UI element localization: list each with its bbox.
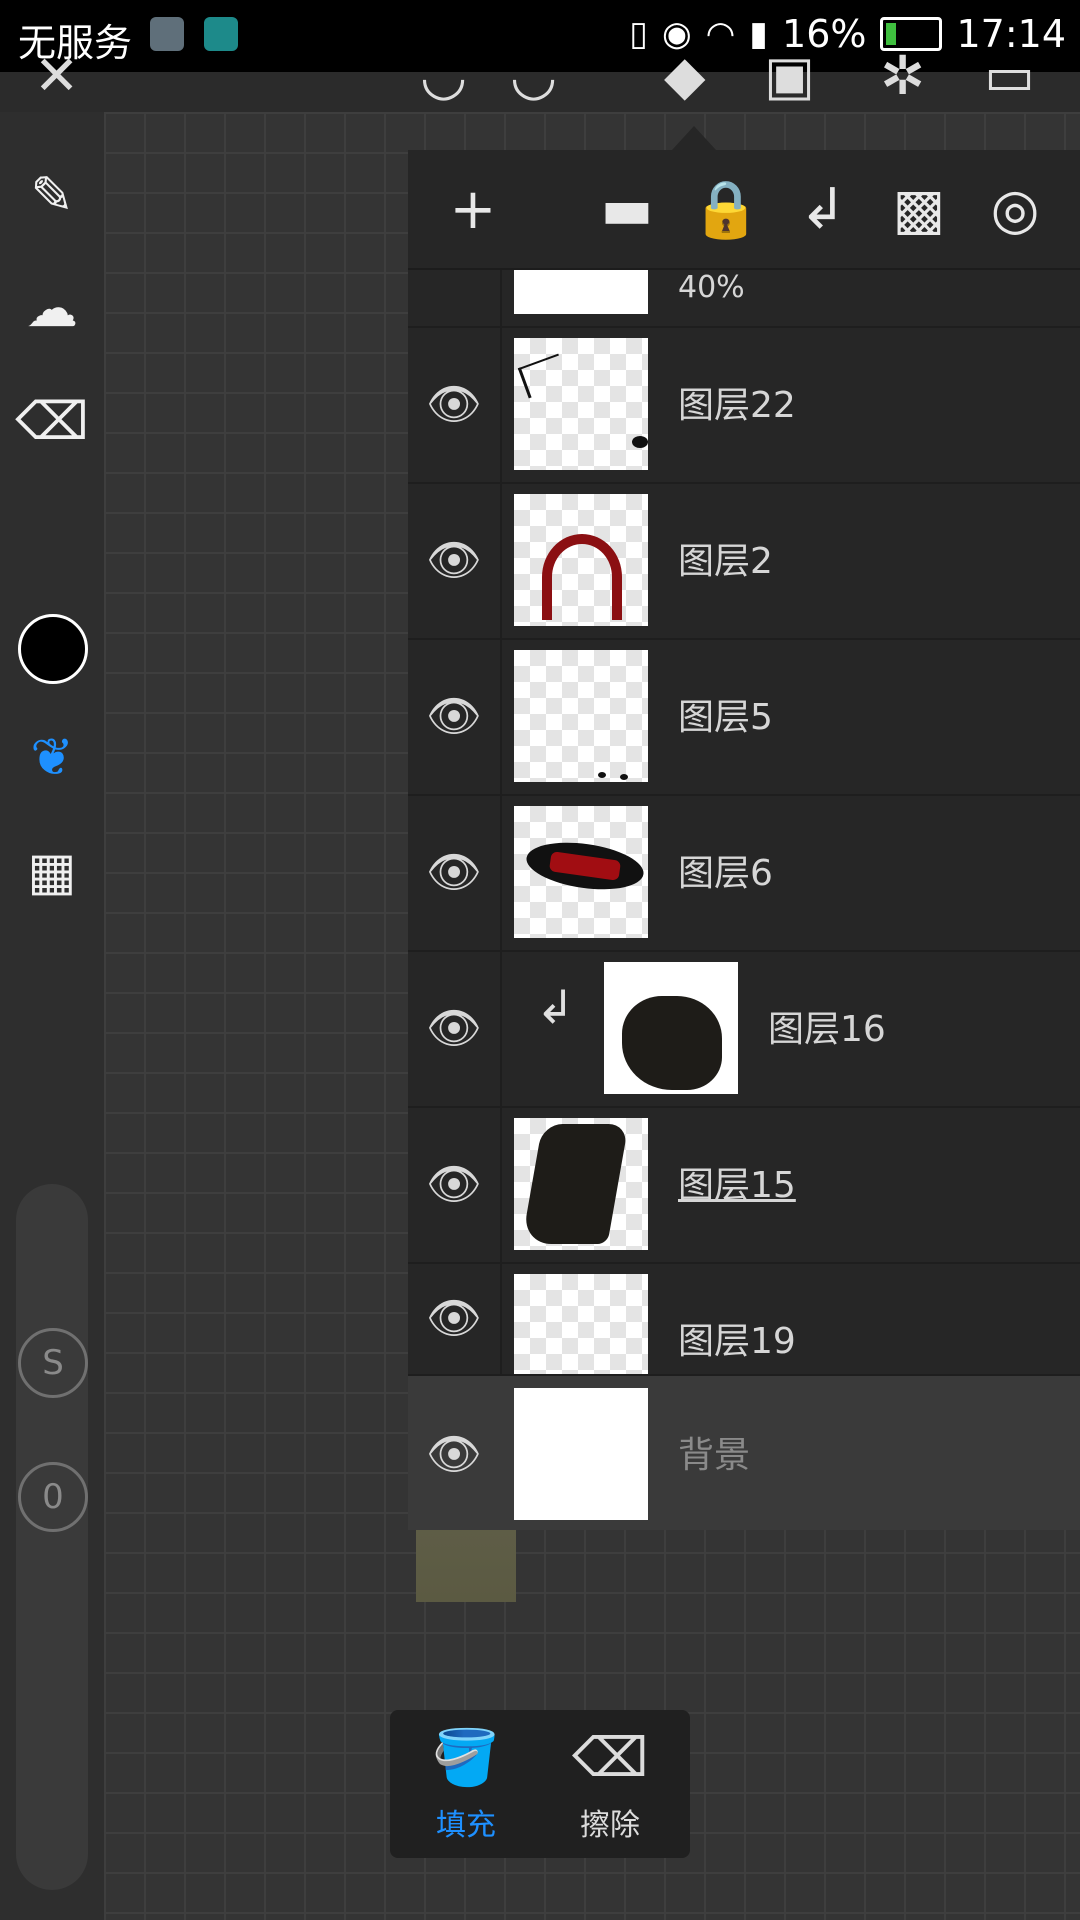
vibrate-icon: ▯ [629, 14, 648, 54]
eye-icon[interactable]: 👁 [426, 1292, 482, 1344]
layer-thumbnail [514, 650, 648, 782]
fill-tool-icon[interactable]: ❦ [20, 726, 84, 790]
layer-thumbnail [604, 962, 738, 1094]
undo-icon[interactable]: ◡ [420, 44, 467, 107]
target-icon[interactable]: ◎ [980, 174, 1050, 244]
gallery-notification-icon [150, 17, 184, 51]
brush-size-badge[interactable]: S [18, 1328, 88, 1398]
fullscreen-icon[interactable]: ▭ [984, 44, 1035, 107]
add-icon[interactable]: + [438, 174, 508, 244]
fill-button[interactable]: 🪣 填充 [406, 1728, 526, 1848]
top-toolbar: ✕ ◡ ◡ ◆ ▣ ✲ ▭ [0, 44, 1080, 112]
erase-label: 擦除 [580, 1808, 640, 1843]
gallery-grid-icon[interactable]: ▦ [20, 840, 84, 904]
layers-icon[interactable]: ◆ [664, 44, 706, 107]
layer-name: 图层15 [678, 1165, 796, 1206]
layer-row-clipped[interactable]: 👁 ↲ 图层16 [408, 950, 1080, 1108]
layer-name: 图层16 [768, 1009, 886, 1050]
layer-name: 图层6 [678, 853, 773, 894]
wifi-icon: ◠ [705, 14, 736, 54]
layer-thumbnail [514, 338, 648, 470]
transparency-icon[interactable]: ▩ [884, 174, 954, 244]
layer-name: 图层22 [678, 385, 796, 426]
eye-icon[interactable]: 👁 [426, 1002, 482, 1054]
brush-slider[interactable] [16, 1184, 88, 1890]
eye-icon[interactable]: 👁 [426, 846, 482, 898]
layer-thumbnail [514, 270, 648, 314]
eye-icon[interactable]: 👁 [426, 690, 482, 742]
layer-row[interactable]: 👁 图层19 [408, 1262, 1080, 1376]
huawei-notification-icon [204, 17, 238, 51]
folder-icon[interactable]: ▬ [592, 174, 662, 244]
redo-icon[interactable]: ◡ [510, 44, 557, 107]
eye-icon[interactable]: 👁 [426, 1158, 482, 1210]
color-swatch[interactable] [18, 614, 88, 684]
eraser-icon: ⌫ [571, 1726, 649, 1789]
layer-thumbnail [514, 1118, 648, 1250]
eye-icon[interactable]: 👁 [426, 1428, 482, 1480]
layer-row[interactable]: 👁 图层5 [408, 638, 1080, 796]
opacity-badge[interactable]: 0 [18, 1462, 88, 1532]
lock-icon[interactable]: 🔒 [691, 174, 761, 244]
layer-row-selected[interactable]: 👁 背景 [408, 1376, 1080, 1530]
layer-list[interactable]: 40% 👁 图层22 👁 图层2 👁 图层5 👁 图层6 👁 ↲ 图层16 👁 … [408, 270, 1080, 1530]
clip-arrow-icon: ↲ [536, 980, 575, 1034]
layer-name: 图层2 [678, 541, 773, 582]
layer-row-partial[interactable]: 40% [408, 270, 1080, 328]
panel-pointer [672, 126, 716, 150]
settings-icon[interactable]: ✲ [880, 44, 925, 107]
close-icon[interactable]: ✕ [34, 44, 79, 107]
smudge-tool-icon[interactable]: ☁ [20, 277, 84, 341]
fill-label: 填充 [436, 1808, 496, 1843]
layer-row[interactable]: 👁 图层6 [408, 794, 1080, 952]
layer-thumbnail [514, 1388, 648, 1520]
paint-bucket-icon: 🪣 [432, 1726, 500, 1789]
layer-thumbnail [514, 806, 648, 938]
erase-button[interactable]: ⌫ 擦除 [550, 1728, 670, 1848]
clip-arrow-icon[interactable]: ↲ [788, 174, 858, 244]
layers-toolbar: + ▬ 🔒 ↲ ▩ ◎ [408, 150, 1080, 270]
layer-name: 图层5 [678, 697, 773, 738]
eye-icon[interactable]: 👁 [426, 534, 482, 586]
pen-tool-icon[interactable]: ✎ [20, 164, 84, 228]
layer-opacity-label: 40% [678, 270, 745, 305]
layer-name: 背景 [678, 1435, 751, 1476]
layer-row[interactable]: 👁 图层15 [408, 1106, 1080, 1264]
left-toolbar: ✎ ☁ ⌫ ❦ ▦ S 0 [0, 112, 104, 1920]
transform-icon[interactable]: ▣ [764, 44, 815, 107]
layer-name: 图层19 [678, 1321, 796, 1362]
fill-tool-options: 🪣 填充 ⌫ 擦除 [390, 1710, 690, 1858]
layer-thumbnail [514, 494, 648, 626]
eraser-tool-icon[interactable]: ⌫ [15, 390, 89, 454]
layer-thumbnail [514, 1274, 648, 1374]
layer-row[interactable]: 👁 图层2 [408, 482, 1080, 640]
layer-row[interactable]: 👁 图层22 [408, 326, 1080, 484]
eye-icon[interactable]: 👁 [426, 378, 482, 430]
layers-panel: + ▬ 🔒 ↲ ▩ ◎ 40% 👁 图层22 👁 图层2 👁 图层5 👁 图层6… [408, 150, 1080, 1530]
